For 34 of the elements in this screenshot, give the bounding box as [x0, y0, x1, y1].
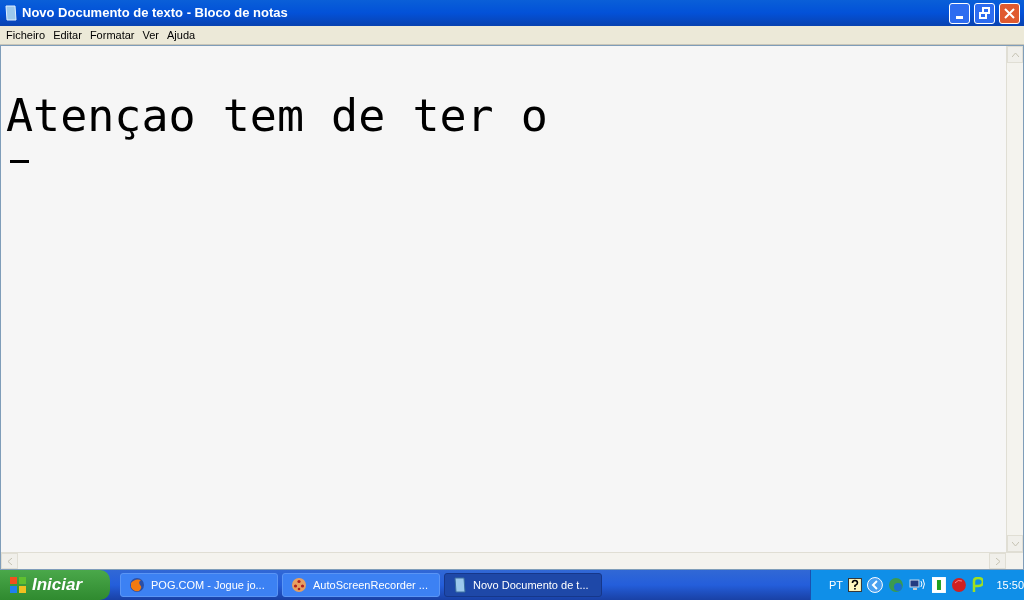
horizontal-scrollbar[interactable]	[1, 552, 1023, 569]
scroll-right-button[interactable]	[989, 553, 1006, 569]
text-caret	[10, 160, 29, 163]
help-icon[interactable]	[848, 578, 862, 592]
record-icon[interactable]	[950, 577, 967, 593]
menu-item[interactable]: Ficheiro	[2, 26, 50, 44]
menu-item[interactable]: Formatar	[85, 26, 139, 44]
taskbar-button[interactable]: Novo Documento de t...	[444, 573, 602, 597]
vertical-scrollbar[interactable]	[1006, 46, 1023, 552]
globe-icon[interactable]	[887, 577, 904, 593]
taskbar-button[interactable]: AutoScreenRecorder ...	[282, 573, 440, 597]
notepad-icon	[453, 577, 467, 593]
p-logo-icon[interactable]	[971, 577, 984, 593]
start-button[interactable]: Iniciar	[0, 570, 110, 600]
document-text: Atençao tem de ter o	[6, 92, 548, 140]
close-icon	[1004, 7, 1015, 19]
window-title: Novo Documento de texto - Bloco de notas	[22, 4, 288, 23]
scroll-down-button[interactable]	[1007, 535, 1023, 552]
clock: 15:50	[996, 577, 1024, 593]
scroll-left-button[interactable]	[1, 553, 18, 569]
minimize-button[interactable]	[949, 2, 970, 24]
globe-icon	[129, 577, 145, 593]
notepad-icon	[4, 5, 18, 21]
close-button[interactable]	[999, 2, 1020, 24]
restore-button[interactable]	[974, 2, 995, 24]
windows-logo-icon	[8, 575, 28, 595]
menu-item[interactable]: Editar	[49, 26, 86, 44]
network-icon[interactable]	[908, 578, 927, 592]
taskbar-button[interactable]: POG.COM - Jogue jo...	[120, 573, 278, 597]
reel-icon	[291, 577, 307, 593]
menu-item[interactable]: Ajuda	[163, 26, 200, 44]
menu-item[interactable]: Ver	[138, 26, 163, 44]
chevron-left-icon[interactable]	[867, 577, 883, 593]
scroll-up-button[interactable]	[1007, 46, 1023, 63]
